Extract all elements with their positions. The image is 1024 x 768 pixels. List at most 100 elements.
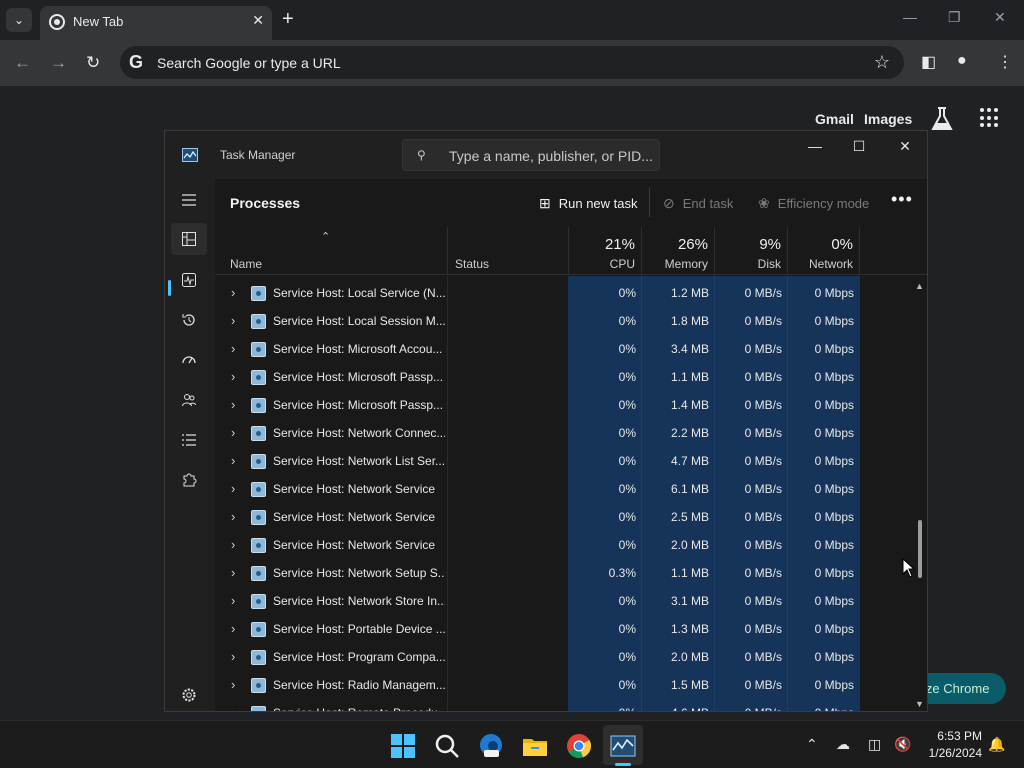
scrollbar-thumb[interactable] [918,520,922,578]
sidebar-item-services[interactable] [171,464,207,496]
column-memory[interactable]: 26% Memory [641,227,714,275]
expand-chevron-icon[interactable]: › [231,677,235,692]
volume-muted-icon[interactable]: 🔇 [894,736,911,753]
chrome-icon[interactable] [566,733,592,759]
clock-time[interactable]: 6:53 PM [936,729,982,743]
chevron-up-icon[interactable]: ⌃ [806,736,818,753]
expand-chevron-icon[interactable]: › [231,537,235,552]
sidebar-item-details[interactable] [171,424,207,456]
file-explorer-icon[interactable] [522,733,548,759]
process-row[interactable]: › Service Host: Program Compa... 0% 2.0 MB 0… [215,643,927,671]
expand-chevron-icon[interactable]: › [231,453,235,468]
service-host-icon [251,678,266,693]
process-row[interactable]: › Service Host: Microsoft Passp... 0% 1.4 M… [215,391,927,419]
expand-chevron-icon[interactable]: › [231,313,235,328]
more-options-icon[interactable]: ••• [891,189,913,210]
task-manager-taskbar-icon[interactable] [610,733,636,759]
efficiency-mode-button[interactable]: ❀ Efficiency mode [758,193,869,213]
close-icon[interactable]: ✕ [885,138,925,156]
process-disk-value: 0 MB/s [744,314,782,328]
process-row[interactable]: › Service Host: Local Session M... 0% 1.8 M… [215,307,927,335]
scroll-up-icon[interactable]: ▲ [915,281,924,291]
process-row[interactable]: › Service Host: Network Store In... 0% 3.1 … [215,587,927,615]
settings-button[interactable] [171,681,207,709]
process-disk-value: 0 MB/s [714,706,782,711]
process-row[interactable]: › Service Host: Microsoft Passp... 0% 1.1 M… [215,363,927,391]
images-link[interactable]: Images [864,111,912,127]
sidebar-item-performance[interactable] [171,264,207,296]
minimize-icon[interactable]: — [795,138,835,156]
process-network-value: 0 Mbps [814,398,854,412]
side-panel-icon[interactable]: ◧ [921,52,936,72]
back-arrow-icon[interactable]: ← [14,53,31,73]
process-network-value: 0 Mbps [814,342,854,356]
window-title: Task Manager [220,148,296,162]
expand-chevron-icon[interactable]: › [231,481,235,496]
windows-start-icon[interactable] [390,733,416,759]
edge-beta-icon[interactable] [478,733,504,759]
column-name[interactable]: ⌃ Name [215,227,447,275]
process-row[interactable]: › Service Host: Microsoft Accou... 0% 3.4 M… [215,335,927,363]
column-network[interactable]: 0% Network [787,227,860,275]
menu-kebab-icon[interactable]: ⋮ [997,52,1013,72]
run-new-task-button[interactable]: ⊞ Run new task [539,193,638,213]
expand-chevron-icon[interactable]: › [231,565,235,580]
sidebar-item-users[interactable] [171,384,207,416]
bookmark-star-icon[interactable]: ☆ [874,52,890,73]
expand-chevron-icon[interactable]: › [231,593,235,608]
notification-bell-icon[interactable]: 🔔 [988,736,1005,753]
sidebar-item-processes[interactable] [171,223,207,255]
forward-arrow-icon[interactable]: → [50,53,67,73]
process-row[interactable]: › Service Host: Network Setup S... 0.3% 1.1… [215,559,927,587]
address-bar[interactable]: G Search Google or type a URL ☆ [120,46,904,79]
hamburger-menu-button[interactable] [171,184,207,216]
process-row[interactable]: › Service Host: Network Service 0% 6.1 MB 0 … [215,475,927,503]
profile-icon[interactable]: ● [957,52,967,70]
gmail-link[interactable]: Gmail [815,111,854,127]
expand-chevron-icon[interactable]: › [231,509,235,524]
sidebar-item-startup-apps[interactable] [171,344,207,376]
new-tab-button[interactable]: + [282,8,294,30]
expand-chevron-icon[interactable]: › [231,285,235,300]
maximize-icon[interactable]: ☐ [839,138,879,156]
labs-flask-icon[interactable] [930,106,954,132]
process-row[interactable]: › Service Host: Network List Ser... 0% 4.7 … [215,447,927,475]
service-host-icon [251,454,266,469]
clock-date[interactable]: 1/26/2024 [918,746,982,760]
expand-chevron-icon[interactable]: › [231,425,235,440]
tab-search-button[interactable]: ⌄ [6,8,32,32]
google-apps-icon[interactable] [980,108,1000,128]
process-network-value: 0 Mbps [814,426,854,440]
network-icon[interactable]: ◫ [868,736,881,753]
process-row[interactable]: › Service Host: Network Service 0% 2.5 MB 0 … [215,503,927,531]
users-icon [182,394,196,407]
expand-chevron-icon[interactable]: › [231,705,235,711]
expand-chevron-icon[interactable]: › [231,369,235,384]
onedrive-cloud-icon[interactable]: ☁ [836,736,850,753]
process-row[interactable]: › Service Host: Network Connec... 0% 2.2 MB… [215,419,927,447]
process-row[interactable]: › Service Host: Local Service (N... 0% 1.2 … [215,279,927,307]
process-search-input[interactable]: ⚲ Type a name, publisher, or PID... [402,139,660,171]
search-icon[interactable] [434,733,460,759]
process-row[interactable]: › Service Host: Remote Procedu... 0% 4.6 MB… [215,699,927,711]
process-row[interactable]: › Service Host: Network Service 0% 2.0 MB 0 … [215,531,927,559]
browser-tab[interactable]: New Tab ✕ [40,6,272,40]
close-icon[interactable]: ✕ [994,9,1006,26]
minimize-icon[interactable]: — [903,9,917,25]
expand-chevron-icon[interactable]: › [231,649,235,664]
column-cpu[interactable]: 21% CPU [568,227,641,275]
restore-icon[interactable]: ❐ [948,9,961,26]
column-status[interactable]: Status [447,227,568,275]
process-row[interactable]: › Service Host: Radio Managem... 0% 1.5 MB 0… [215,671,927,699]
column-disk[interactable]: 9% Disk [714,227,787,275]
tab-close-icon[interactable]: ✕ [252,12,264,29]
end-task-label: End task [682,195,734,211]
expand-chevron-icon[interactable]: › [231,621,235,636]
expand-chevron-icon[interactable]: › [231,341,235,356]
process-row[interactable]: › Service Host: Portable Device ... 0% 1.3 … [215,615,927,643]
expand-chevron-icon[interactable]: › [231,397,235,412]
end-task-button[interactable]: ⊘ End task [663,193,733,213]
reload-icon[interactable]: ↻ [86,53,100,73]
sidebar-item-app-history[interactable] [171,304,207,336]
scroll-down-icon[interactable]: ▼ [915,699,924,709]
